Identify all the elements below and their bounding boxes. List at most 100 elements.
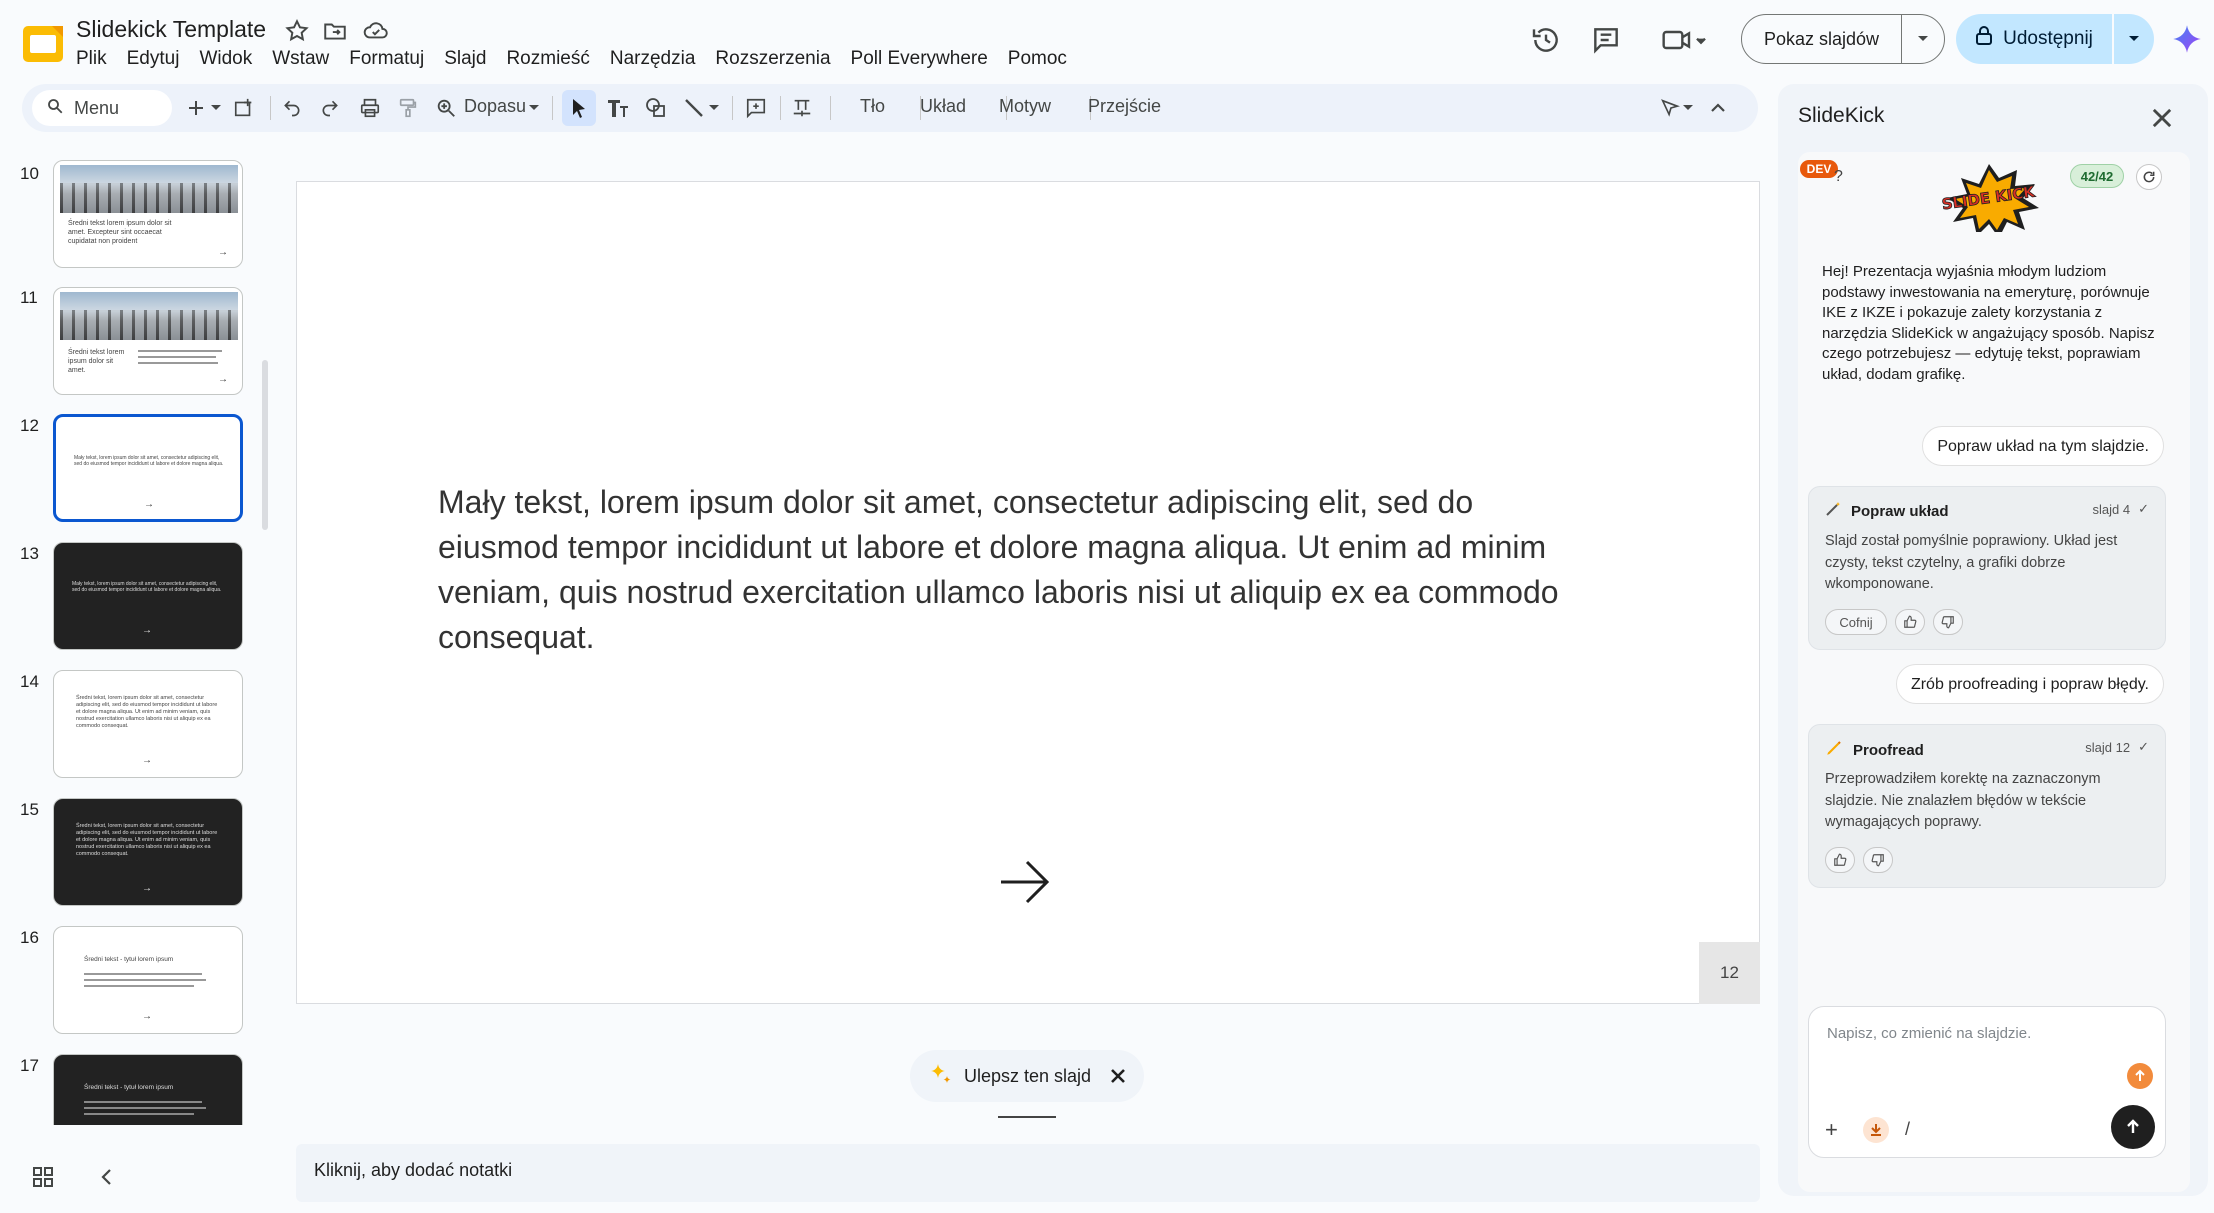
slide-number: 10 [20, 164, 39, 183]
refresh-icon[interactable] [2136, 164, 2162, 190]
building-photo [60, 292, 238, 340]
thumbs-down-icon[interactable] [1863, 847, 1893, 873]
layout-button[interactable]: Układ [920, 96, 966, 117]
upload-icon[interactable] [2127, 1063, 2153, 1089]
gemini-sparkle-icon[interactable] [2172, 24, 2202, 54]
meet-video-icon[interactable] [1660, 24, 1710, 58]
zoom-icon[interactable] [432, 94, 460, 122]
theme-button[interactable]: Motyw [999, 96, 1051, 117]
undo-icon[interactable] [278, 94, 306, 122]
plus-icon[interactable]: + [1825, 1117, 1838, 1143]
slideshow-label[interactable]: Pokaz slajdów [1742, 15, 1902, 63]
dev-badge: DEV [1800, 160, 1838, 178]
add-comment-icon[interactable] [742, 94, 770, 122]
thumb-line [84, 1113, 194, 1115]
transition-button[interactable]: Przejście [1088, 96, 1161, 117]
close-icon[interactable] [2148, 104, 2176, 132]
star-icon[interactable] [284, 18, 310, 44]
menu-tools[interactable]: Narzędzia [610, 46, 706, 72]
chevron-down-icon[interactable] [526, 94, 542, 122]
chevron-down-icon[interactable] [1902, 34, 1944, 44]
shape-icon[interactable] [642, 94, 670, 122]
document-title[interactable]: Slidekick Template [76, 16, 266, 43]
share-button[interactable]: Udostępnij [1956, 14, 2154, 64]
text-options-icon[interactable] [788, 94, 816, 122]
slides-logo-icon[interactable] [22, 22, 64, 66]
chevron-down-icon[interactable] [208, 94, 224, 122]
zoom-select[interactable]: Dopasu [464, 96, 526, 117]
new-slide-icon[interactable] [182, 94, 210, 122]
slide-number: 12 [20, 416, 39, 435]
arrow-right-icon [997, 854, 1053, 910]
slide-thumbnail[interactable]: Średni tekst - tytuł lorem ipsum → [53, 926, 243, 1034]
menu-file[interactable]: Plik [76, 46, 117, 72]
menu-arrange[interactable]: Rozmieść [506, 46, 599, 72]
slideshow-button[interactable]: Pokaz slajdów [1741, 14, 1945, 64]
chevron-down-icon[interactable] [706, 94, 722, 122]
slide-thumbnail[interactable]: Mały tekst, lorem ipsum dolor sit amet, … [53, 542, 243, 650]
close-icon[interactable] [1106, 1064, 1130, 1088]
import-slide-icon[interactable] [230, 94, 258, 122]
card-meta: slajd 4 ✓ [2093, 501, 2149, 517]
menu-insert[interactable]: Wstaw [272, 46, 339, 72]
menu-slide[interactable]: Slajd [444, 46, 496, 72]
magic-wand-icon [1825, 501, 1841, 521]
redo-icon[interactable] [316, 94, 344, 122]
card-body: Slajd został pomyślnie poprawiony. Układ… [1825, 533, 2118, 592]
move-folder-icon[interactable] [322, 18, 348, 44]
chevron-left-icon[interactable] [96, 1166, 120, 1190]
speaker-notes[interactable]: Kliknij, aby dodać notatki [296, 1144, 1760, 1202]
collapse-toolbar-icon[interactable] [1704, 94, 1732, 122]
slash-command[interactable]: / [1905, 1119, 1910, 1140]
share-main[interactable]: Udostępnij [1956, 14, 2114, 64]
slide-thumbnail[interactable]: Średni tekst, lorem ipsum dolor sit amet… [53, 670, 243, 778]
line-icon[interactable] [680, 94, 708, 122]
thumb-text: Średni tekst lorem ipsum dolor sit amet. [68, 349, 125, 374]
slide-thumbnail[interactable]: Średni tekst, lorem ipsum dolor sit amet… [53, 798, 243, 906]
help-icon[interactable]: ? [1834, 168, 1843, 186]
filmstrip-scrollbar[interactable] [262, 360, 268, 530]
select-cursor-icon[interactable] [562, 90, 596, 126]
send-button[interactable] [2111, 1105, 2155, 1149]
grid-view-icon[interactable] [32, 1166, 56, 1190]
slide-body-text[interactable]: Mały tekst, lorem ipsum dolor sit amet, … [438, 480, 1598, 660]
background-button[interactable]: Tło [860, 96, 885, 117]
download-icon[interactable] [1863, 1117, 1889, 1143]
menu-help[interactable]: Pomoc [1008, 46, 1077, 72]
card-title: Popraw układ [1851, 502, 1949, 520]
thumbs-up-icon[interactable] [1825, 847, 1855, 873]
undo-button[interactable]: Cofnij [1825, 609, 1887, 635]
menu-poll-everywhere[interactable]: Poll Everywhere [851, 46, 998, 72]
menu-format[interactable]: Formatuj [349, 46, 434, 72]
menu-edit[interactable]: Edytuj [127, 46, 190, 72]
menu-search[interactable]: Menu [32, 90, 172, 126]
slide-thumbnail[interactable]: Średni tekst lorem ipsum dolor sit amet.… [53, 287, 243, 395]
slide-thumbnail[interactable]: Średni tekst lorem ipsum dolor sit amet.… [53, 160, 243, 268]
comments-icon[interactable] [1590, 24, 1626, 58]
thumbs-up-icon[interactable] [1895, 609, 1925, 635]
chevron-down-icon[interactable] [1680, 94, 1696, 122]
message-composer: + / [1808, 1006, 2166, 1158]
notes-resize-handle[interactable] [998, 1116, 1056, 1118]
menu-view[interactable]: Widok [199, 46, 262, 72]
menu-extensions[interactable]: Rozszerzenia [715, 46, 840, 72]
version-history-icon[interactable] [1530, 24, 1566, 58]
slide-thumbnail-selected[interactable]: Mały tekst, lorem ipsum dolor sit amet, … [53, 414, 243, 522]
slide-canvas[interactable]: Mały tekst, lorem ipsum dolor sit amet, … [296, 181, 1760, 1004]
slide-thumbnail[interactable]: Średni tekst - tytuł lorem ipsum [53, 1054, 243, 1125]
chevron-down-icon[interactable] [2114, 34, 2154, 44]
improve-slide-pill[interactable]: Ulepsz ten slajd [910, 1050, 1144, 1102]
paint-format-icon[interactable] [394, 94, 422, 122]
thumbs-down-icon[interactable] [1933, 609, 1963, 635]
print-icon[interactable] [356, 94, 384, 122]
toolbar-divider [732, 96, 733, 120]
text-box-icon[interactable] [604, 94, 632, 122]
message-input[interactable] [1827, 1025, 2137, 1042]
sparkles-icon [928, 1062, 952, 1091]
lock-icon [1975, 26, 1993, 52]
thumb-line [138, 350, 222, 352]
arrow-right-icon: → [144, 499, 154, 510]
thumb-line [138, 356, 216, 358]
cloud-saved-icon[interactable] [362, 18, 388, 44]
card-body: Przeprowadziłem korektę na zaznaczonym s… [1825, 771, 2101, 830]
